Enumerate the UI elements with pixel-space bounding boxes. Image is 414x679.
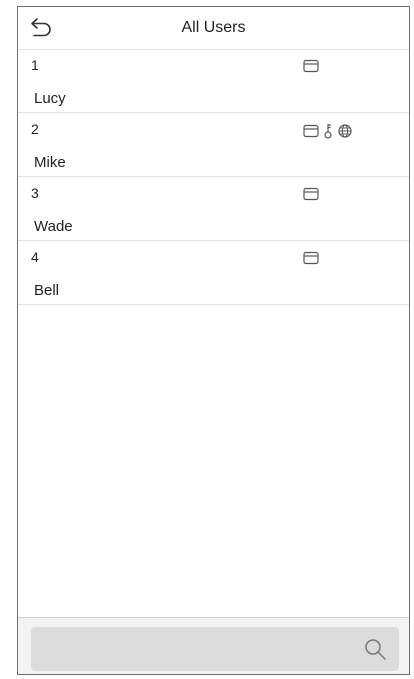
user-row[interactable]: 1 Lucy <box>18 49 409 113</box>
card-icon <box>303 59 319 73</box>
search-bar <box>18 617 409 674</box>
screen: All Users 1 Lucy 2 Mike 3 Wade 4 Bell <box>0 0 414 679</box>
verification-icons <box>303 251 319 265</box>
user-list: 1 Lucy 2 Mike 3 Wade 4 Bell <box>18 49 409 305</box>
user-id: 1 <box>31 57 39 73</box>
search-input[interactable] <box>31 627 399 671</box>
face-icon <box>337 123 353 139</box>
card-icon <box>303 251 319 265</box>
page-title: All Users <box>181 19 246 36</box>
user-row[interactable]: 2 Mike <box>18 113 409 177</box>
key-icon <box>321 123 335 139</box>
user-id: 4 <box>31 249 39 265</box>
title-bar: All Users <box>18 7 409 50</box>
verification-icons <box>303 123 353 139</box>
card-icon <box>303 187 319 201</box>
verification-icons <box>303 187 319 201</box>
user-name: Bell <box>34 282 60 299</box>
user-name: Mike <box>34 154 66 171</box>
user-row[interactable]: 4 Bell <box>18 241 409 305</box>
user-id: 3 <box>31 185 39 201</box>
user-row[interactable]: 3 Wade <box>18 177 409 241</box>
verification-icons <box>303 59 319 73</box>
search-icon[interactable] <box>363 637 387 661</box>
user-name: Lucy <box>34 90 66 107</box>
user-id: 2 <box>31 121 39 137</box>
user-name: Wade <box>34 218 73 235</box>
card-icon <box>303 124 319 138</box>
device-frame: All Users 1 Lucy 2 Mike 3 Wade 4 Bell <box>17 6 410 675</box>
